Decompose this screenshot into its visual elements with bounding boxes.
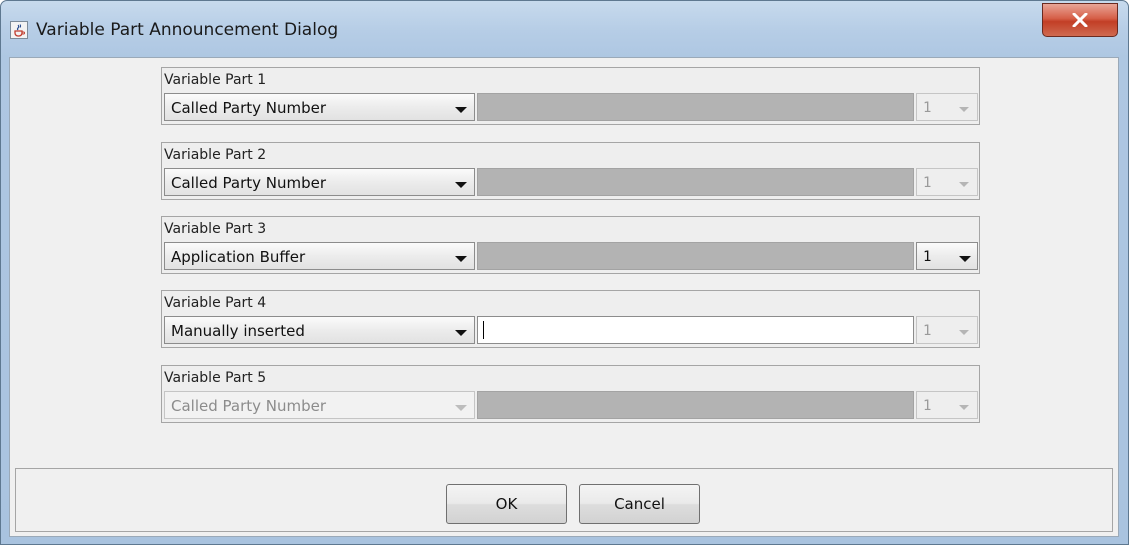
variable-part-4-text-input[interactable] [477, 316, 914, 344]
variable-part-1-count-dropdown: 1 [916, 93, 978, 121]
variable-part-1-value-field [477, 93, 914, 121]
variable-part-2-type-dropdown[interactable]: Called Party Number [164, 168, 475, 196]
dropdown-value: Called Party Number [171, 99, 327, 117]
variable-part-4-panel: Variable Part 4 Manually inserted 1 [161, 290, 980, 348]
count-value: 1 [923, 398, 932, 414]
window-title: Variable Part Announcement Dialog [36, 20, 339, 40]
title-bar[interactable]: Variable Part Announcement Dialog [1, 1, 1128, 57]
dialog-window: Variable Part Announcement Dialog Variab… [0, 0, 1129, 545]
dropdown-value: Called Party Number [171, 174, 327, 192]
variable-part-1-panel: Variable Part 1 Called Party Number 1 [161, 67, 980, 125]
variable-part-3-panel: Variable Part 3 Application Buffer 1 [161, 216, 980, 274]
variable-part-5-count-dropdown: 1 [916, 391, 978, 419]
chevron-down-icon [455, 182, 467, 188]
count-value: 1 [923, 323, 932, 339]
variable-part-3-value-field [477, 242, 914, 270]
variable-part-2-value-field [477, 168, 914, 196]
count-value: 1 [923, 100, 932, 116]
text-caret [483, 321, 484, 339]
dropdown-value: Application Buffer [171, 248, 306, 266]
variable-part-3-label: Variable Part 3 [164, 221, 267, 237]
dropdown-value: Manually inserted [171, 322, 305, 340]
variable-part-4-label: Variable Part 4 [164, 295, 267, 311]
count-value: 1 [923, 249, 932, 265]
chevron-down-icon [959, 182, 969, 187]
cancel-button[interactable]: Cancel [579, 484, 700, 524]
variable-part-1-label: Variable Part 1 [164, 72, 267, 88]
chevron-down-icon [455, 405, 467, 411]
variable-part-3-count-dropdown[interactable]: 1 [916, 242, 978, 270]
variable-part-5-label: Variable Part 5 [164, 370, 267, 386]
close-x-icon [1072, 13, 1088, 27]
variable-part-2-panel: Variable Part 2 Called Party Number 1 [161, 142, 980, 200]
count-value: 1 [923, 175, 932, 191]
button-panel: OK Cancel [15, 468, 1113, 532]
close-button[interactable] [1042, 3, 1118, 37]
chevron-down-icon [959, 107, 969, 112]
variable-part-2-count-dropdown: 1 [916, 168, 978, 196]
variable-part-2-label: Variable Part 2 [164, 147, 267, 163]
variable-part-5-panel: Variable Part 5 Called Party Number 1 [161, 365, 980, 423]
chevron-down-icon [455, 107, 467, 113]
variable-part-4-type-dropdown[interactable]: Manually inserted [164, 316, 475, 344]
variable-part-4-count-dropdown: 1 [916, 316, 978, 344]
java-cup-icon [10, 21, 28, 39]
chevron-down-icon [959, 256, 971, 262]
variable-part-1-type-dropdown[interactable]: Called Party Number [164, 93, 475, 121]
dialog-content: Variable Part 1 Called Party Number 1 Va… [9, 57, 1119, 537]
dropdown-value: Called Party Number [171, 397, 327, 415]
chevron-down-icon [455, 256, 467, 262]
variable-part-5-value-field [477, 391, 914, 419]
ok-button[interactable]: OK [446, 484, 567, 524]
variable-part-5-type-dropdown: Called Party Number [164, 391, 475, 419]
variable-part-3-type-dropdown[interactable]: Application Buffer [164, 242, 475, 270]
chevron-down-icon [959, 330, 969, 335]
chevron-down-icon [959, 405, 969, 410]
chevron-down-icon [455, 330, 467, 336]
